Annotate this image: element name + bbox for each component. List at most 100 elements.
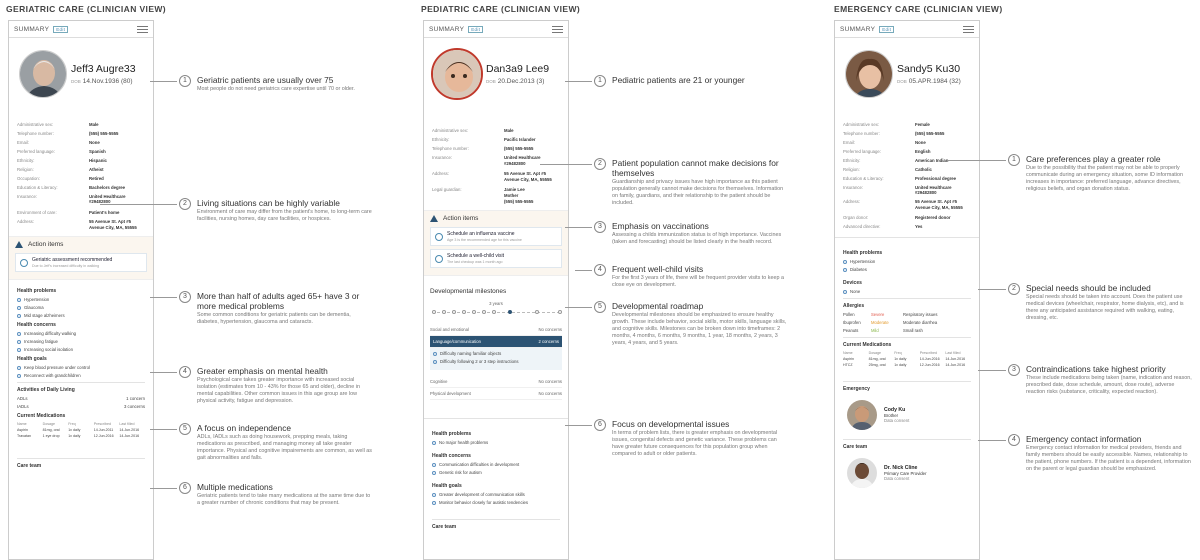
edit-button[interactable]: Edit — [468, 25, 484, 33]
patient-header: Dan3a9 Lee9 DOB 20.Dec.2013 (3) — [424, 38, 568, 128]
annotation: 5 Developmental roadmap Developmental mile… — [594, 301, 789, 347]
milestone-row[interactable]: Social and emotional No concerns — [430, 324, 562, 337]
patient-name: Dan3a9 Lee9 — [486, 63, 550, 75]
warning-icon — [15, 241, 23, 249]
annotation: 1 Pediatric patients are 21 or younger — [594, 75, 789, 87]
meds-header: Name Dosage Freq Prescribed Last filled — [17, 422, 135, 427]
demo-row: Legal guardian: Jamie Lee Mother (555) 55… — [432, 187, 534, 204]
section-heading: Health problems — [843, 250, 883, 257]
phone-screen: SUMMARY Edit Dan3a9 Lee9 DOB 20.Dec.2013 … — [423, 20, 569, 560]
list-item[interactable]: No major health problems — [432, 440, 560, 445]
demo-row: Education & Literacy: Professional degree — [843, 175, 957, 181]
annotation: 4 Emergency contact information Emergency … — [1008, 434, 1193, 473]
emergency-contact[interactable]: Cody Ku Brother Data consent — [843, 395, 971, 435]
action-circle-icon — [435, 233, 443, 242]
demo-row: Email: None — [843, 139, 926, 145]
problems-section: Health problems Hypertension Glaucoma Mi… — [9, 280, 153, 476]
annotation: 3 Contraindications take highest priority… — [1008, 364, 1193, 396]
list-item[interactable]: Hypertension — [843, 259, 971, 264]
problems-section: Health problems Hypertension Diabetes De… — [835, 242, 979, 497]
demo-row: Preferred language: Spanish — [17, 148, 106, 154]
edit-button[interactable]: Edit — [53, 25, 69, 33]
adl-row[interactable]: IADLs 3 concerns — [17, 404, 145, 409]
emergency-panel: EMERGENCY CARE (CLINICIAN VIEW) SUMMARY … — [828, 0, 1200, 560]
med-row[interactable]: Travatan 1 eye drop 1x daily 12.Jun.2016 14.… — [17, 434, 145, 438]
list-item[interactable]: Keep blood pressure under control — [17, 365, 145, 370]
demo-row: Insurance: United Healthcare #29482800 — [843, 184, 952, 196]
adl-row[interactable]: ADLs 1 concern — [17, 396, 145, 401]
action-item[interactable]: Schedule a well-child visit The last chec… — [430, 249, 562, 269]
action-item[interactable]: Geriatric assessment recommended Due to J… — [15, 253, 147, 273]
allergy-row[interactable]: Ibuprofen Moderate Moderate diarrhea — [843, 320, 971, 325]
edit-button[interactable]: Edit — [879, 25, 895, 33]
list-item[interactable]: Mid stage alzheimers — [17, 313, 145, 318]
hamburger-menu-icon[interactable] — [963, 25, 974, 33]
problems-section: Health problems No major health problems… — [424, 423, 568, 537]
milestone-track[interactable] — [430, 306, 562, 318]
summary-bar: SUMMARY Edit — [835, 21, 979, 38]
list-item[interactable]: Glaucoma — [17, 305, 145, 310]
action-item[interactable]: Schedule an influenza vaccine Age 3 is th… — [430, 227, 562, 247]
med-row[interactable]: Aspirin 81mg, oral 1x daily 14.Jun.2011 14.J… — [17, 428, 145, 432]
section-heading: Devices — [843, 280, 862, 287]
list-item[interactable]: None — [843, 289, 971, 294]
milestone-row[interactable]: Physical development No concerns — [430, 388, 562, 401]
list-item[interactable]: Communication difficulties in developmen… — [432, 462, 560, 467]
patient-name: Jeff3 Augre33 — [71, 63, 136, 75]
list-item[interactable]: Monitor behavior closely for autistic te… — [432, 500, 560, 505]
allergy-row[interactable]: Pollen Severe Respiratory issues — [843, 312, 971, 317]
annotation: 2 Living situations can be highly variabl… — [179, 198, 374, 223]
demo-row: Email: None — [17, 139, 100, 145]
section-heading: Health goals — [17, 356, 47, 363]
action-circle-icon — [20, 259, 28, 268]
meds-header: Name Dosage Freq Prescribed Last filled — [843, 351, 961, 356]
patient-dob: DOB 20.Dec.2013 (3) — [486, 78, 545, 85]
milestone-row-active[interactable]: Language/communication 2 concerns — [430, 336, 562, 349]
list-item[interactable]: Reconnect with grandchildren — [17, 373, 145, 378]
demo-row: Ethnicity: Pacific Islander — [432, 136, 536, 142]
panel-title: GERIATRIC CARE (CLINICIAN VIEW) — [6, 4, 167, 14]
list-item[interactable]: Difficulty following 2 or 3 step instruc… — [433, 359, 559, 364]
annotation: 2 Special needs should be included Special… — [1008, 283, 1193, 322]
list-item[interactable]: Increasing difficulty walking — [17, 331, 145, 336]
hamburger-menu-icon[interactable] — [552, 25, 563, 33]
list-item[interactable]: Increasing fatigue — [17, 339, 145, 344]
action-circle-icon — [435, 255, 443, 264]
section-heading: Emergency — [843, 386, 870, 393]
list-item[interactable]: Difficulty naming familiar objects — [433, 351, 559, 356]
annotation: 3 Emphasis on vaccinations Assessing a chi… — [594, 221, 789, 246]
list-item[interactable]: Genetic risk for autism — [432, 470, 560, 475]
annotation: 2 Patient population cannot make decision… — [594, 158, 789, 207]
warning-icon — [430, 215, 438, 223]
demographics: Administrative sex: Male Telephone number… — [9, 122, 153, 230]
milestones-title: Developmental milestones — [430, 288, 507, 296]
demo-row: Telephone number: (555) 555-5555 — [17, 130, 119, 136]
phone-screen: SUMMARY Edit Sandy5 Ku30 DOB 05.APR.1984 … — [834, 20, 980, 560]
panel-title: EMERGENCY CARE (CLINICIAN VIEW) — [834, 4, 1003, 14]
panel-title: PEDIATRIC CARE (CLINICIAN VIEW) — [421, 4, 581, 14]
hamburger-menu-icon[interactable] — [137, 25, 148, 33]
annotation: 4 Frequent well-child visits For the first… — [594, 264, 789, 289]
demo-row: Administrative sex: Male — [17, 122, 99, 127]
list-item[interactable]: Diabetes — [843, 267, 971, 272]
section-heading: Health problems — [17, 288, 57, 295]
demo-row: Administrative sex: Female — [843, 122, 930, 127]
allergy-row[interactable]: Peanuts Mild Small rash — [843, 328, 971, 333]
med-row[interactable]: Aspirin 81mg, oral 1x daily 14.Jun.2016 14.J… — [843, 357, 971, 361]
med-row[interactable]: HTCZ 25mg, oral 1x daily 12.Jun.2016 14.Jun.… — [843, 363, 971, 367]
milestone-row[interactable]: Cognitive No concerns — [430, 376, 562, 389]
summary-label: SUMMARY — [840, 25, 876, 33]
list-item[interactable]: Hypertension — [17, 297, 145, 302]
care-team-member[interactable]: Dr. Nick Cline Primary Care Provider Data … — [843, 453, 971, 493]
demo-row: Preferred language: English — [843, 148, 931, 154]
demo-row: Telephone number: (555) 555-5555 — [432, 145, 534, 151]
summary-label: SUMMARY — [429, 25, 465, 33]
demographics: Administrative sex: Female Telephone numb… — [835, 122, 979, 229]
annotation: 1 Geriatric patients are usually over 75 M… — [179, 75, 374, 93]
annotation: 1 Care preferences play a greater role Due… — [1008, 154, 1193, 193]
list-item[interactable]: Greater development of communication ski… — [432, 492, 560, 497]
demo-row: Address: 55 Avenue St. Apt #5 Avenue City… — [843, 199, 963, 211]
list-item[interactable]: Increasing social isolation — [17, 347, 145, 352]
annotation: 6 Multiple medications Geriatric patients … — [179, 482, 374, 507]
action-items-header: Action items — [430, 215, 562, 223]
